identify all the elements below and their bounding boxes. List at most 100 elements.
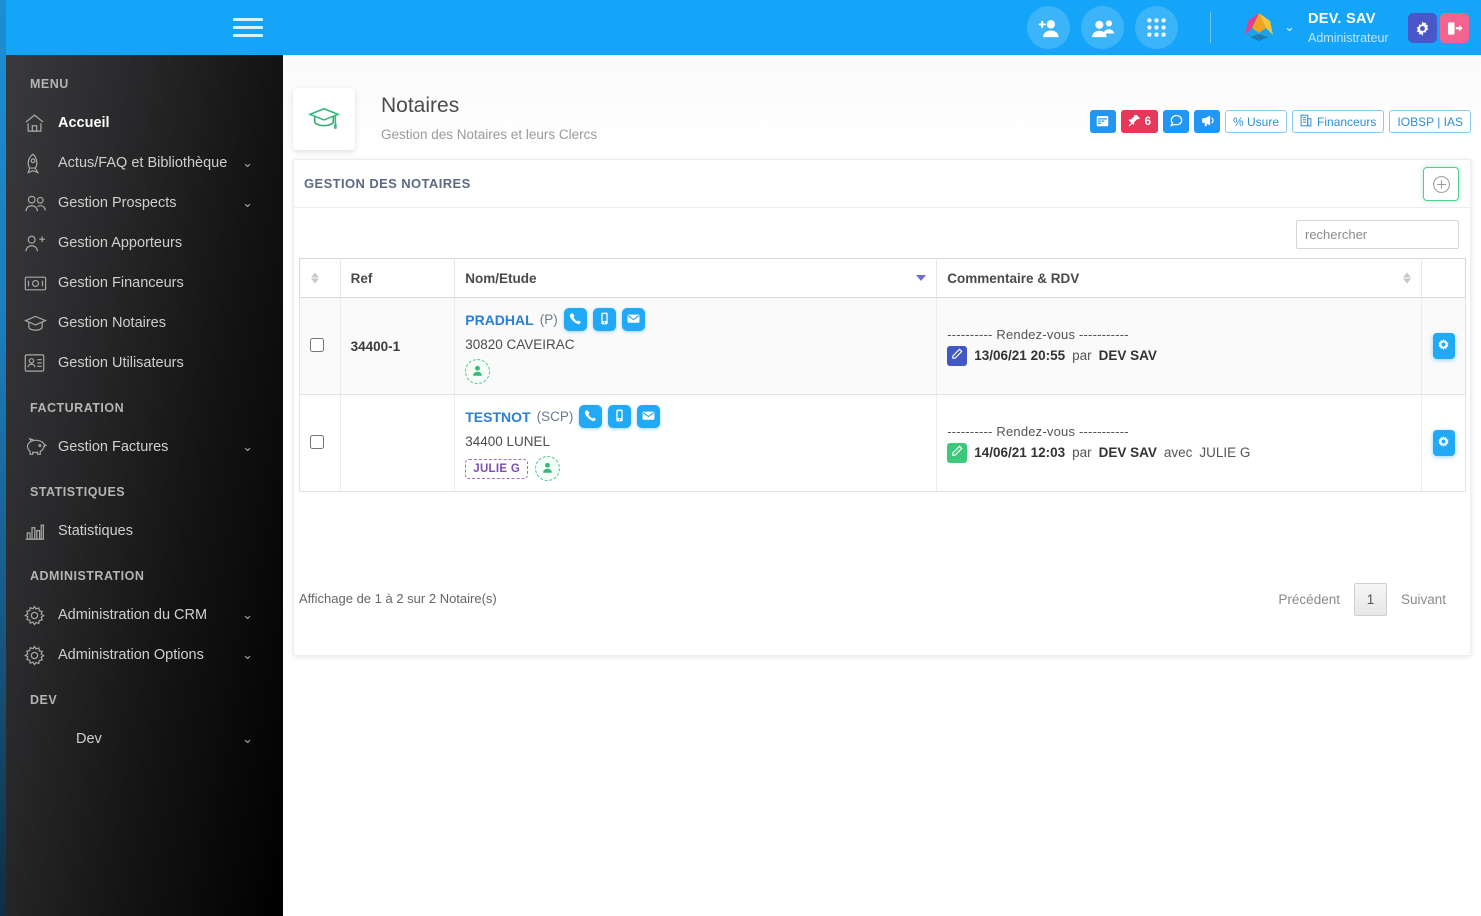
row-checkbox[interactable]: [310, 337, 324, 352]
bar-chart-icon: [24, 518, 58, 544]
money-icon: [24, 270, 58, 296]
user-role: Administrateur: [1308, 31, 1389, 45]
add-person-button[interactable]: [465, 359, 491, 384]
notaire-name-link[interactable]: TESTNOT: [465, 409, 530, 425]
page-title: Notaires: [381, 94, 460, 117]
column-header-actions: [1421, 258, 1466, 298]
chat-bubble-icon: [1169, 114, 1183, 130]
edit-rdv-button[interactable]: [947, 442, 968, 463]
usure-badge[interactable]: % Usure: [1225, 110, 1288, 133]
rdv-separator: ---------- Rendez-vous -----------: [947, 326, 1129, 342]
sidebar-item-gestion-notaires[interactable]: Gestion Notaires: [6, 303, 283, 343]
chevron-down-icon[interactable]: ⌄: [242, 732, 253, 747]
sidebar-item-statistiques[interactable]: Statistiques: [6, 511, 283, 551]
sidebar-item-label: Accueil: [58, 115, 110, 131]
clerk-tag[interactable]: JULIE G: [465, 458, 529, 479]
row-settings-button[interactable]: [1432, 430, 1455, 456]
email-button[interactable]: [637, 405, 661, 428]
email-icon: [627, 312, 640, 328]
chevron-down-icon[interactable]: ⌄: [242, 196, 253, 211]
piggy-bank-icon: [24, 434, 58, 460]
logout-button[interactable]: [1440, 13, 1469, 43]
pin-count: 6: [1144, 115, 1152, 128]
add-notaire-button[interactable]: [1423, 167, 1459, 201]
row-settings-button[interactable]: [1432, 333, 1455, 359]
sidebar-item-accueil[interactable]: Accueil: [6, 103, 283, 143]
row-checkbox[interactable]: [310, 434, 324, 449]
table-footer: Affichage de 1 à 2 sur 2 Notaire(s) Préc…: [294, 575, 1470, 625]
phone-icon: [584, 409, 597, 425]
rdv-by-label: par: [1072, 348, 1092, 363]
mobile-icon: [598, 312, 611, 328]
notaire-name-link[interactable]: PRADHAL: [465, 312, 533, 328]
sidebar-item-gestion-apporteurs[interactable]: Gestion Apporteurs: [6, 223, 283, 263]
column-header-ref[interactable]: Ref: [340, 258, 456, 298]
sidebar-item-administration-du-crm[interactable]: Administration du CRM ⌄: [6, 595, 283, 635]
notaire-tags: [465, 359, 926, 384]
pagination-page-1[interactable]: 1: [1353, 583, 1387, 616]
notaires-card: GESTION DES NOTAIRES rechercher Ref Nom/…: [293, 159, 1471, 656]
rdv-author: DEV SAV: [1098, 348, 1157, 363]
sort-both-icon: [311, 272, 319, 284]
add-user-icon[interactable]: [1027, 6, 1070, 49]
sidebar-item-gestion-prospects[interactable]: Gestion Prospects ⌄: [6, 183, 283, 223]
sidebar-item-gestion-financeurs[interactable]: Gestion Financeurs: [6, 263, 283, 303]
table-row: TESTNOT (SCP) 34400 LUNEL JULIE G ----------…: [299, 394, 1466, 492]
add-person-button[interactable]: [535, 456, 561, 481]
logout-icon: [1447, 21, 1463, 35]
users-icon[interactable]: [1081, 6, 1124, 49]
sidebar-item-administration-options[interactable]: Administration Options ⌄: [6, 635, 283, 675]
column-header-commentaire[interactable]: Commentaire & RDV: [936, 258, 1423, 298]
apps-grid-icon[interactable]: [1135, 6, 1178, 49]
phone-button[interactable]: [579, 405, 603, 428]
sidebar-item-label: Gestion Financeurs: [58, 275, 184, 291]
search-input[interactable]: [1296, 220, 1459, 249]
sidebar-item-label: Gestion Factures: [58, 439, 169, 455]
badge-label: Financeurs: [1317, 114, 1377, 129]
settings-button[interactable]: [1408, 13, 1437, 43]
edit-rdv-button[interactable]: [947, 345, 968, 366]
calendar-icon: [1096, 114, 1109, 130]
menu-toggle-icon[interactable]: [233, 16, 263, 39]
chevron-down-icon[interactable]: ⌄: [242, 648, 253, 663]
sidebar-item-actus-faq-et-biblioth-que[interactable]: Actus/FAQ et Bibliothèque ⌄: [6, 143, 283, 183]
page-badge-row: 6 % Usure Financeurs IOBSP | IAS: [1089, 110, 1471, 133]
row-ref-cell: 34400-1: [340, 297, 456, 395]
pagination-previous[interactable]: Précédent: [1264, 592, 1354, 607]
pagination-info: Affichage de 1 à 2 sur 2 Notaire(s): [299, 591, 497, 606]
mobile-button[interactable]: [592, 308, 616, 331]
megaphone-badge[interactable]: [1194, 110, 1221, 133]
card-header: GESTION DES NOTAIRES: [294, 160, 1470, 208]
chevron-down-icon[interactable]: ⌄: [242, 156, 253, 171]
sidebar-section-statistiques: STATISTIQUES: [30, 485, 126, 499]
gear-icon: [1416, 20, 1429, 36]
sidebar-item-label: Dev: [76, 731, 102, 747]
chevron-down-icon[interactable]: ⌄: [242, 440, 253, 455]
notaires-table: Ref Nom/Etude Commentaire & RDV 34400-1 P…: [299, 258, 1466, 492]
brand-caret-icon[interactable]: ⌄: [1284, 20, 1295, 35]
mobile-button[interactable]: [608, 405, 632, 428]
graduation-cap-icon: [293, 88, 355, 150]
sidebar-item-dev[interactable]: Dev ⌄: [6, 719, 283, 759]
chat-badge[interactable]: [1163, 110, 1190, 133]
column-header-nom[interactable]: Nom/Etude: [454, 258, 938, 298]
rdv-with: JULIE G: [1199, 445, 1251, 460]
email-button[interactable]: [621, 308, 645, 331]
email-icon: [642, 409, 655, 425]
column-header-checkbox[interactable]: [299, 258, 341, 298]
pin-badge[interactable]: 6: [1120, 110, 1159, 133]
phone-button[interactable]: [563, 308, 587, 331]
main-content: Notaires Gestion des Notaires et leurs C…: [283, 55, 1481, 916]
sidebar-item-label: Actus/FAQ et Bibliothèque: [58, 155, 228, 171]
sidebar-item-gestion-factures[interactable]: Gestion Factures ⌄: [6, 427, 283, 467]
pagination-next[interactable]: Suivant: [1387, 592, 1460, 607]
sidebar-item-gestion-utilisateurs[interactable]: Gestion Utilisateurs: [6, 343, 283, 383]
sidebar-section-dev: DEV: [30, 693, 58, 707]
rdv-author: DEV SAV: [1098, 445, 1157, 460]
page-subtitle: Gestion des Notaires et leurs Clercs: [381, 127, 598, 142]
people-icon: [24, 190, 58, 216]
iobsp-ias-badge[interactable]: IOBSP | IAS: [1389, 110, 1471, 133]
financeurs-badge[interactable]: Financeurs: [1292, 110, 1385, 133]
chevron-down-icon[interactable]: ⌄: [242, 608, 253, 623]
calendar-badge[interactable]: [1089, 110, 1116, 133]
